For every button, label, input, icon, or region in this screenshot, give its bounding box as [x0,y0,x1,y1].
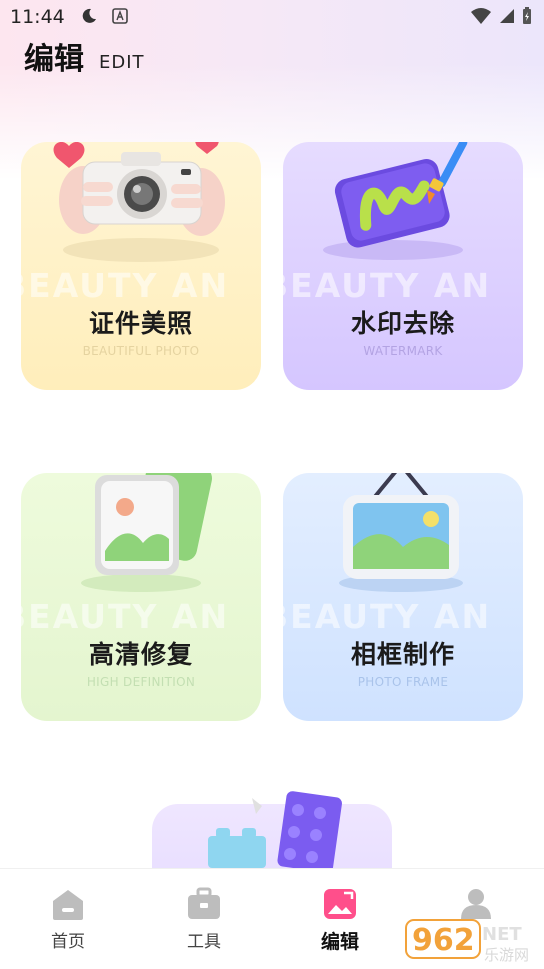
card-title: 相框制作 [350,640,455,669]
page-title: 编辑 [24,42,84,77]
camera-icon [53,142,225,262]
logo-number: 962 [412,923,475,958]
card-title: 水印去除 [350,309,455,338]
nav-tools-label: 工具 [187,932,221,952]
nav-home[interactable]: 首页 [28,887,108,952]
logo-suffix: NET [482,924,522,945]
paint-board-icon [323,142,468,260]
signal-icon [500,9,514,23]
home-icon [53,890,83,920]
card-title: 证件美照 [88,309,193,338]
photo-stack-icon [81,473,213,592]
toolbox-icon [188,887,220,919]
battery-icon [523,7,531,24]
status-time: 11:44 [10,6,65,28]
hanging-frame-icon [339,473,463,592]
page-subtitle: EDIT [99,52,145,73]
building-blocks-icon [208,791,342,870]
wifi-icon [471,8,491,24]
card-watermark-removal[interactable]: BEAUTY AN 水印去除 WATERMARK [283,142,523,390]
card-subtitle: PHOTO FRAME [357,675,449,689]
font-a-icon [112,8,128,24]
logo-caption: 乐游网 [484,946,529,964]
nav-edit[interactable]: 编辑 [300,887,380,954]
card-hd-restore[interactable]: BEAUTY AN 高清修复 HIGH DEFINITION [21,473,261,721]
card-photo-frame[interactable]: BEAUTY AN 相框制作 PHOTO FRAME [283,473,523,721]
nav-home-label: 首页 [51,932,85,952]
card-subtitle: WATERMARK [363,344,443,358]
moon-icon [82,8,96,23]
site-watermark-logo: 962 NET 乐游网 [405,919,529,964]
card-subtitle: BEAUTIFUL PHOTO [82,344,200,358]
card-title: 高清修复 [88,640,193,669]
card-id-photo[interactable]: BEAUTY AN 证件美照 BEAUTIFUL PHOTO [21,142,261,390]
card-subtitle: HIGH DEFINITION [86,675,196,689]
status-bar: 11:44 [0,0,544,36]
nav-edit-label: 编辑 [320,931,359,953]
image-edit-icon [324,889,356,919]
nav-tools[interactable]: 工具 [164,887,244,952]
